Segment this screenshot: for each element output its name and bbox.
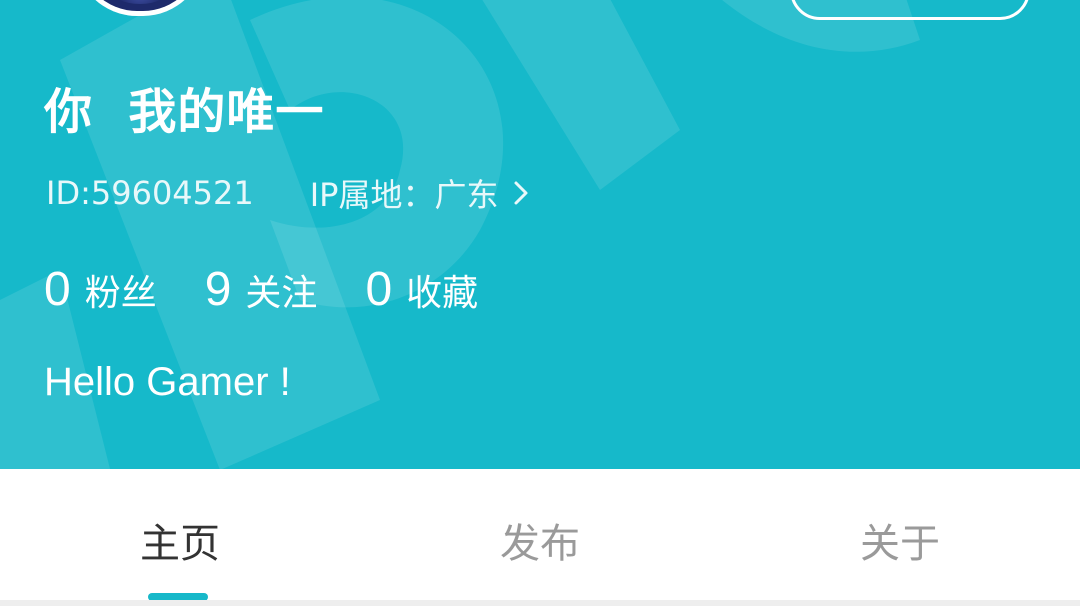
content-divider (0, 600, 1080, 606)
tab-posts[interactable]: 发布 (360, 469, 720, 600)
tab-about-label: 关于 (860, 521, 940, 567)
stat-fans-count: 0 (44, 263, 71, 316)
ip-location-link[interactable]: IP属地：广东 (310, 170, 533, 216)
edit-profile-button[interactable] (790, 0, 1030, 20)
profile-header: 你 我的唯一 ID:59604521 IP属地：广东 0 粉丝 9 关注 0 收… (0, 0, 1080, 469)
id-row: ID:59604521 IP属地：广东 (46, 170, 532, 216)
tab-about[interactable]: 关于 (720, 469, 1080, 600)
tab-home-label: 主页 (140, 521, 220, 567)
stat-following-label: 关注 (245, 273, 318, 314)
stat-favorites[interactable]: 0 收藏 (365, 262, 478, 317)
bio: Hello Gamer ! (44, 360, 291, 404)
tab-home[interactable]: 主页 (0, 469, 360, 601)
tab-posts-label: 发布 (500, 521, 580, 567)
stat-favorites-count: 0 (365, 263, 393, 316)
profile-tabs: 主页 发布 关于 (0, 469, 1080, 601)
stat-fans[interactable]: 0 粉丝 (44, 262, 157, 317)
stats-row: 0 粉丝 9 关注 0 收藏 (44, 262, 526, 317)
nickname: 你 我的唯一 (44, 84, 325, 140)
ip-location: IP属地：广东 (309, 176, 499, 214)
stat-fans-label: 粉丝 (84, 273, 157, 314)
chevron-right-icon (514, 181, 528, 205)
user-id: ID:59604521 (46, 174, 254, 212)
stat-favorites-label: 收藏 (406, 273, 479, 314)
stat-following-count: 9 (204, 263, 232, 316)
stat-following[interactable]: 9 关注 (205, 262, 318, 317)
